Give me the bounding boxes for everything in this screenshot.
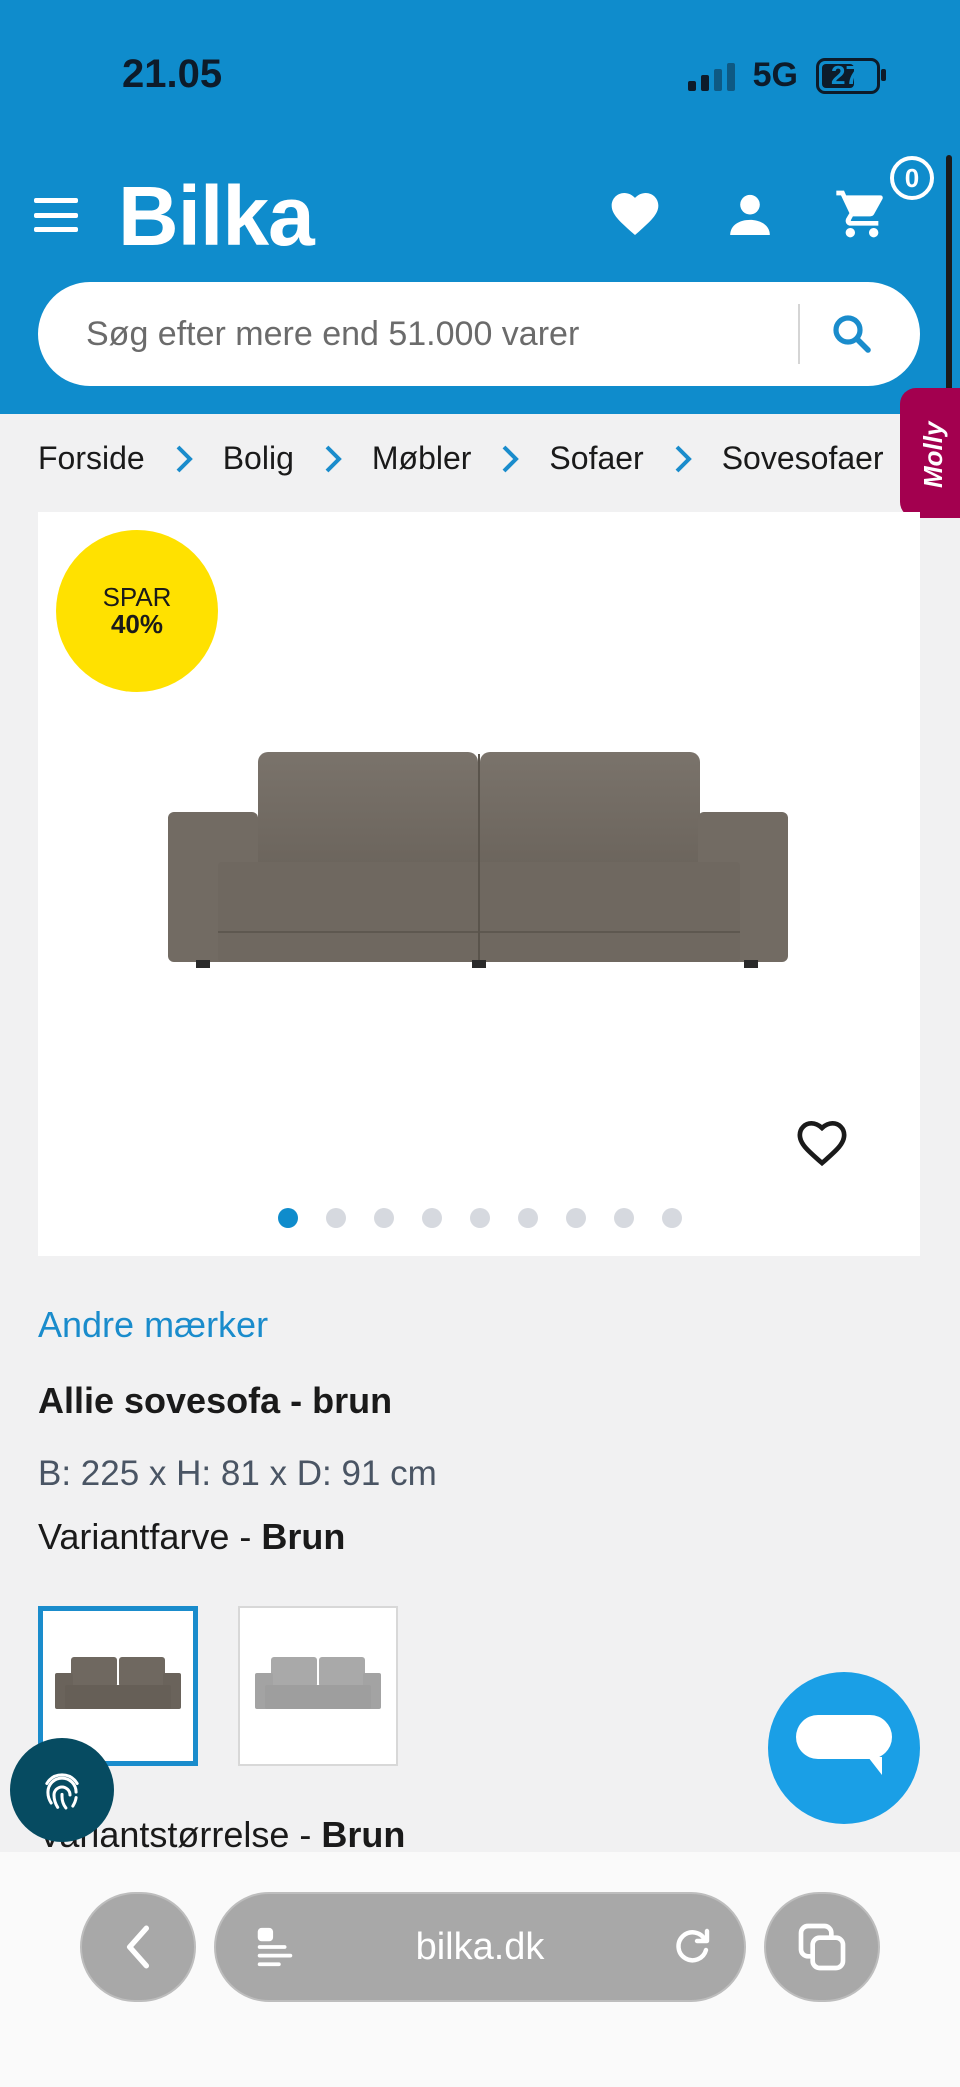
variant-color-label: Variantfarve - (38, 1516, 262, 1557)
sofa-product-image (168, 752, 788, 968)
search-icon[interactable] (828, 310, 876, 358)
variant-color-value: Brun (261, 1516, 346, 1557)
chevron-right-icon (173, 445, 195, 473)
browser-toolbar: bilka.dk (0, 1852, 960, 2087)
user-icon[interactable] (722, 186, 778, 242)
variant-color: Variantfarve - Brun (38, 1516, 345, 1558)
product-title: Allie sovesofa - brun (38, 1380, 393, 1421)
carousel-dot[interactable] (326, 1208, 346, 1228)
cart-icon[interactable] (834, 186, 890, 242)
bilka-logo[interactable]: Bilka (118, 168, 315, 265)
chat-button[interactable] (768, 1672, 920, 1824)
breadcrumb-item-sovesofaer[interactable]: Sovesofaer (722, 440, 884, 477)
scrollbar-thumb[interactable] (946, 155, 952, 420)
browser-back-button[interactable] (80, 1892, 196, 2002)
sofa-thumbnail-brown (55, 1657, 181, 1709)
carousel-dot[interactable] (374, 1208, 394, 1228)
breadcrumb-item-sofaer[interactable]: Sofaer (549, 440, 643, 477)
chat-bubble-icon (796, 1715, 892, 1775)
discount-label: SPAR (102, 581, 172, 612)
carousel-dot[interactable] (566, 1208, 586, 1228)
cart-count-badge[interactable]: 0 (890, 156, 934, 200)
molly-label: Molly (918, 421, 948, 488)
carousel-dot[interactable] (422, 1208, 442, 1228)
breadcrumb-item-mobler[interactable]: Møbler (372, 440, 472, 477)
carousel-dot[interactable] (518, 1208, 538, 1228)
favorite-heart-icon[interactable] (794, 1116, 850, 1168)
carousel-dot[interactable] (470, 1208, 490, 1228)
url-text: bilka.dk (415, 1926, 545, 1968)
discount-badge: SPAR 40% (56, 530, 218, 692)
fingerprint-icon (45, 1773, 79, 1810)
chevron-right-icon (499, 445, 521, 473)
status-icons: 5G 27 (687, 56, 886, 95)
battery-level: 27 (831, 60, 860, 90)
fingerprint-button[interactable] (10, 1738, 114, 1842)
molly-side-tab[interactable]: Molly (900, 388, 960, 518)
network-label: 5G (752, 56, 798, 94)
sofa-thumbnail-grey (255, 1657, 381, 1709)
variant-size-value: Brun (321, 1814, 406, 1855)
carousel-dot[interactable] (278, 1208, 298, 1228)
discount-value: 40% (110, 609, 164, 639)
chevron-right-icon (322, 445, 344, 473)
status-time: 21.05 (122, 52, 223, 96)
search-bar[interactable] (38, 282, 920, 386)
address-bar[interactable]: bilka.dk (214, 1892, 746, 2002)
breadcrumb-item-bolig[interactable]: Bolig (223, 440, 294, 477)
breadcrumb-item-forside[interactable]: Forside (38, 440, 145, 477)
color-swatch-grey[interactable] (238, 1606, 398, 1766)
tabs-icon (798, 1923, 846, 1971)
browser-tabs-button[interactable] (764, 1892, 880, 2002)
menu-icon[interactable] (34, 198, 78, 232)
search-input[interactable] (84, 313, 788, 355)
search-divider (798, 304, 800, 364)
chevron-left-icon (126, 1925, 150, 1969)
carousel-dot[interactable] (662, 1208, 682, 1228)
carousel-dots (278, 1208, 682, 1228)
header: 21.05 5G 27 Bilka 0 (0, 0, 960, 414)
chevron-right-icon (672, 445, 694, 473)
battery-icon: 27 (816, 57, 886, 94)
product-image-carousel[interactable]: SPAR 40% (38, 512, 920, 1256)
heart-icon[interactable] (607, 186, 663, 242)
carousel-dot[interactable] (614, 1208, 634, 1228)
breadcrumb: Forside Bolig Møbler Sofaer Sovesofaer (38, 440, 884, 477)
brand-link[interactable]: Andre mærker (38, 1304, 268, 1346)
product-dimensions: B: 225 x H: 81 x D: 91 cm (38, 1454, 437, 1493)
signal-icon (687, 61, 735, 91)
reload-icon[interactable] (668, 1922, 716, 1970)
